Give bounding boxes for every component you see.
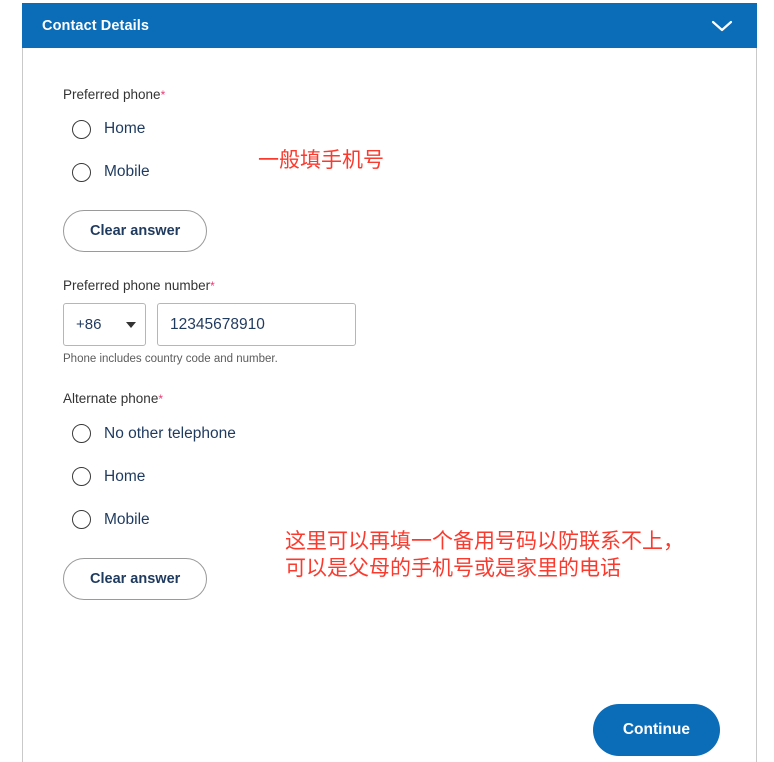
- screenshot-root: Contact Details Preferred phone* Home Mo…: [0, 0, 774, 762]
- required-asterisk: *: [158, 392, 163, 407]
- country-code-select[interactable]: +86: [63, 303, 146, 347]
- country-code-value: +86: [76, 316, 102, 334]
- radio-circle-icon: [72, 162, 91, 182]
- phone-number-input[interactable]: [157, 303, 356, 347]
- required-asterisk: *: [210, 279, 215, 294]
- radio-circle-icon: [72, 467, 91, 487]
- radio-circle-icon: [72, 510, 91, 530]
- phone-help-text: Phone includes country code and number.: [63, 353, 278, 366]
- continue-button[interactable]: Continue: [592, 704, 720, 756]
- annotation-preferred-phone: 一般填手机号: [258, 148, 384, 172]
- preferred-phone-number-label: Preferred phone number*: [63, 278, 756, 294]
- radio-alternate-phone-home[interactable]: Home: [63, 460, 145, 494]
- radio-label: Mobile: [104, 163, 150, 181]
- preferred-phone-label: Preferred phone*: [63, 87, 756, 103]
- clear-answer-button-alternate-phone[interactable]: Clear answer: [63, 557, 208, 600]
- radio-label: No other telephone: [104, 424, 236, 442]
- required-asterisk: *: [160, 88, 166, 102]
- card-body: Preferred phone* Home Mobile Clear answe…: [23, 49, 756, 600]
- radio-preferred-phone-home[interactable]: Home: [63, 112, 145, 146]
- alternate-phone-label-text: Alternate phone: [63, 391, 159, 407]
- radio-alternate-phone-mobile[interactable]: Mobile: [63, 503, 150, 537]
- clear-answer-button-preferred-phone[interactable]: Clear answer: [63, 210, 208, 253]
- radio-circle-icon: [72, 119, 91, 139]
- preferred-phone-number-label-text: Preferred phone number: [63, 278, 211, 294]
- radio-circle-icon: [72, 424, 91, 444]
- annotation-alternate-phone: 这里可以再填一个备用号码以防联系不上， 可以是父母的手机号或是家里的电话: [285, 529, 684, 580]
- radio-label: Home: [104, 120, 146, 138]
- radio-label: Mobile: [104, 510, 150, 528]
- chevron-down-icon: [126, 321, 136, 328]
- continue-row: Continue: [23, 704, 756, 756]
- chevron-down-icon[interactable]: [705, 9, 739, 43]
- radio-alternate-phone-none[interactable]: No other telephone: [63, 417, 236, 451]
- radio-preferred-phone-mobile[interactable]: Mobile: [63, 155, 150, 189]
- card-header[interactable]: Contact Details: [22, 3, 757, 48]
- page-title: Contact Details: [42, 17, 150, 34]
- radio-label: Home: [104, 467, 146, 485]
- alternate-phone-label: Alternate phone*: [63, 391, 756, 407]
- contact-details-card: Contact Details Preferred phone* Home Mo…: [22, 3, 757, 762]
- preferred-phone-label-text: Preferred phone: [63, 87, 161, 102]
- phone-number-row: +86: [63, 303, 756, 347]
